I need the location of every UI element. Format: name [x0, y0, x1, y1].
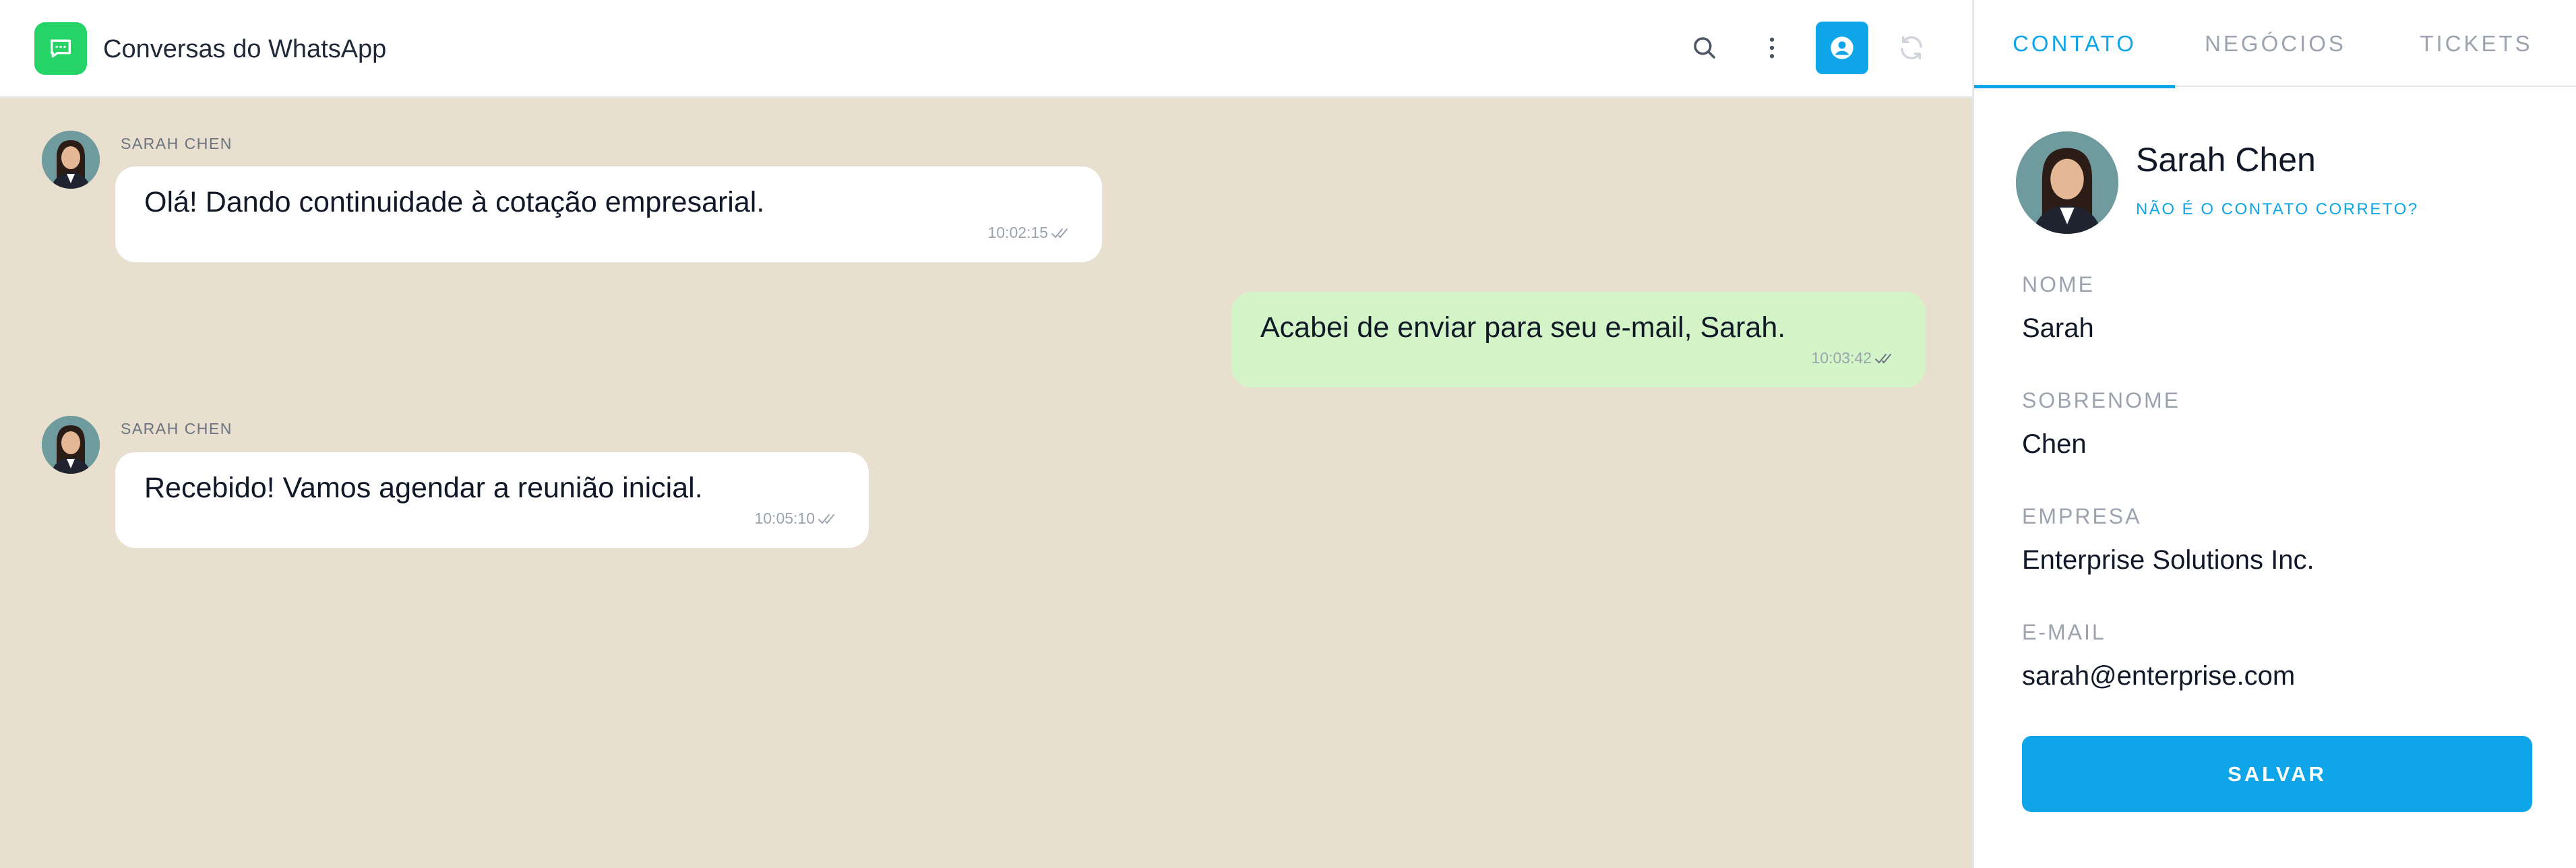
tab-bar: CONTATO NEGÓCIOS TICKETS	[1974, 0, 2576, 88]
search-button[interactable]	[1678, 22, 1731, 74]
more-options-button[interactable]	[1746, 22, 1798, 74]
message-bubble[interactable]: Olá! Dando continuidade à cotação empres…	[115, 166, 1102, 262]
message-time: 10:02:15	[987, 224, 1048, 241]
page-title: Conversas do WhatsApp	[103, 35, 387, 63]
message-meta: 10:05:10	[754, 509, 840, 528]
message-bubble[interactable]: Recebido! Vamos agendar a reunião inicia…	[115, 452, 869, 548]
contact-side-panel: CONTATO NEGÓCIOS TICKETS Sarah Chen NÃO …	[1972, 0, 2576, 868]
chat-header: Conversas do WhatsApp	[0, 0, 1972, 98]
field-label-sobrenome: SOBRENOME	[2022, 388, 2181, 412]
search-icon	[1694, 37, 1715, 59]
field-value-sobrenome[interactable]: Chen	[2022, 429, 2087, 460]
double-check-icon	[1051, 228, 1068, 238]
tab-tickets[interactable]: TICKETS	[2376, 0, 2576, 87]
contact-avatar	[2016, 131, 2118, 234]
wrong-contact-link[interactable]: NÃO É O CONTATO CORRETO?	[2136, 200, 2419, 219]
field-value-nome[interactable]: Sarah	[2022, 313, 2094, 344]
field-label-empresa: EMPRESA	[2022, 504, 2142, 528]
field-value-email[interactable]: sarah@enterprise.com	[2022, 661, 2295, 691]
user-circle-icon	[1831, 36, 1853, 59]
message-meta: 10:02:15	[987, 224, 1074, 242]
message-sender: SARAH CHEN	[121, 420, 233, 437]
double-check-icon	[1875, 353, 1891, 363]
refresh-button[interactable]	[1885, 22, 1938, 74]
message-text: Recebido! Vamos agendar a reunião inicia…	[144, 472, 703, 504]
chat-bubble-icon	[34, 22, 87, 75]
field-label-email: E-MAIL	[2022, 620, 2106, 644]
field-value-empresa[interactable]: Enterprise Solutions Inc.	[2022, 545, 2314, 576]
contact-info-button[interactable]	[1816, 22, 1868, 74]
more-vertical-icon	[1769, 37, 1775, 59]
save-button[interactable]: SALVAR	[2022, 736, 2532, 812]
message-sender: SARAH CHEN	[121, 135, 233, 152]
message-bubble[interactable]: Acabei de enviar para seu e-mail, Sarah.…	[1231, 292, 1926, 388]
message-time: 10:03:42	[1811, 349, 1872, 367]
message-text: Olá! Dando continuidade à cotação empres…	[144, 186, 765, 218]
message-text: Acabei de enviar para seu e-mail, Sarah.	[1260, 311, 1786, 344]
contact-name: Sarah Chen	[2136, 141, 2316, 179]
chat-panel: Conversas do WhatsApp SARAH CHEN Olá! Da…	[0, 0, 1972, 868]
message-list: SARAH CHEN Olá! Dando continuidade à cot…	[0, 98, 1972, 868]
message-meta: 10:03:42	[1811, 349, 1897, 367]
message-time: 10:05:10	[754, 509, 815, 527]
tab-negocios[interactable]: NEGÓCIOS	[2175, 0, 2376, 87]
avatar	[42, 131, 100, 189]
tab-contato[interactable]: CONTATO	[1974, 0, 2175, 88]
avatar	[42, 416, 100, 474]
double-check-icon	[818, 514, 834, 524]
refresh-icon	[1901, 36, 1922, 60]
field-label-nome: NOME	[2022, 272, 2095, 297]
